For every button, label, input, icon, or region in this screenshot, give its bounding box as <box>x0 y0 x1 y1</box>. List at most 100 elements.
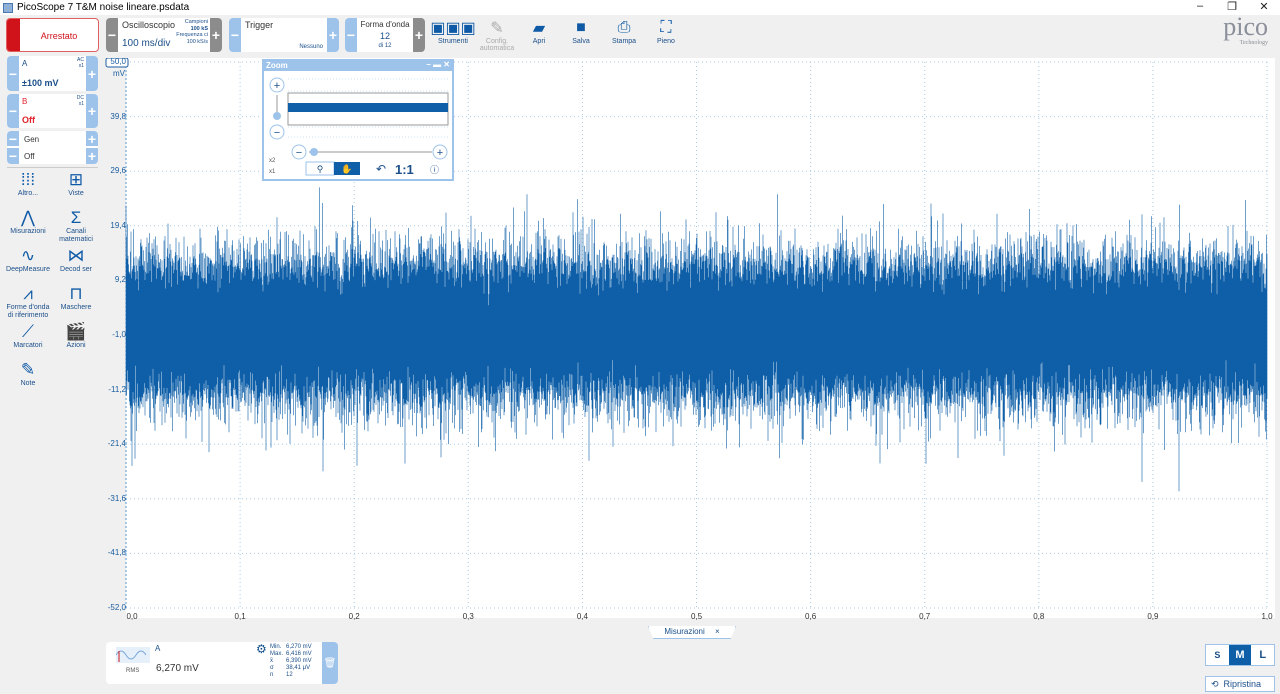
size-selector: S M L <box>1205 644 1275 666</box>
channel-a-probe[interactable]: x1 <box>77 63 84 69</box>
masks-icon: ⊓ <box>69 284 83 303</box>
stat-row: σ 38,41 μV <box>270 665 312 672</box>
save-button[interactable]: ■ Salva <box>559 18 603 45</box>
y-tick-label: -31,6 <box>107 493 126 503</box>
minimize-button[interactable]: – <box>1184 0 1216 13</box>
sidebar-actions-button[interactable]: 🎬 Azioni <box>52 322 100 350</box>
sidebar-math-channels-button[interactable]: Σ Canali matematici <box>52 208 100 244</box>
tool-label: Stampa <box>611 38 637 45</box>
fullscreen-button[interactable]: ⛶ Pieno <box>644 18 688 45</box>
waveform-previous[interactable]: − <box>345 18 357 52</box>
tool-label: Salva <box>572 38 590 45</box>
trigger-decrease[interactable]: − <box>229 18 241 52</box>
sidebar-more-button[interactable]: ⁞⁞⁞ Altro... <box>4 170 52 198</box>
sidebar-rulers-button[interactable]: ⟋ Marcatori <box>4 322 52 350</box>
more-icon: ⁞⁞⁞ <box>20 170 36 189</box>
svg-text:−: − <box>296 147 302 159</box>
generator-control: − − Gen Off + + <box>7 131 98 164</box>
tools-button[interactable]: ▣▣▣ Strumenti <box>430 18 476 45</box>
sidebar-label: Altro... <box>17 190 39 197</box>
waveform-next[interactable]: + <box>413 18 425 52</box>
stat-row: x̄ 6,390 mV <box>270 658 312 665</box>
title-bar: PicoScope 7 T&M noise lineare.psdata – ❐… <box>0 0 1280 15</box>
measurements-tab-close[interactable]: × <box>715 627 720 636</box>
svg-text:+: + <box>274 80 280 92</box>
waveform-current[interactable]: 12 <box>359 31 411 41</box>
sidebar-notes-button[interactable]: ✎ Note <box>4 360 52 388</box>
size-s-button[interactable]: S <box>1206 645 1229 665</box>
reference-waveforms-icon: ⩘ <box>23 284 33 303</box>
sidebar-reference-waveforms-button[interactable]: ⩘ Forme d'onda di riferimento <box>4 284 52 320</box>
channel-b-range[interactable]: Off <box>22 115 35 125</box>
y-tick-label: 9,2 <box>114 275 126 285</box>
channel-a-increase[interactable]: + <box>86 56 98 91</box>
tool-label: Pieno <box>657 38 675 45</box>
rate-label: Frequenza ci <box>176 32 208 38</box>
zoom-panel-controls[interactable]: – ▬ ✕ <box>426 60 450 69</box>
measurement-type: RMS <box>126 668 140 674</box>
print-icon: ⎙ <box>617 19 631 36</box>
auto-setup-button[interactable]: ✎ Config. automatica <box>475 18 519 52</box>
info-icon: ⓘ <box>430 165 439 175</box>
y-tick-label: -52,0 <box>107 603 126 612</box>
history-icon: ⟲ <box>1211 678 1219 689</box>
sidebar-masks-button[interactable]: ⊓ Maschere <box>52 284 100 312</box>
channel-b-increase[interactable]: + <box>86 94 98 128</box>
run-stop-button[interactable]: Arrestato <box>6 18 99 52</box>
stat-label: Max. <box>270 651 284 657</box>
channel-b-decrease[interactable]: − <box>7 94 19 128</box>
horizontal-zoom-slider[interactable] <box>310 148 318 156</box>
delete-measurement-button[interactable]: 🗑 <box>322 642 338 684</box>
measurement-channel: A <box>155 644 161 653</box>
sidebar-label: Azioni <box>66 342 86 349</box>
stat-row: Max. 6,416 mV <box>270 651 312 658</box>
print-button[interactable]: ⎙ Stampa <box>602 18 646 45</box>
timebase-decrease[interactable]: − <box>106 18 118 52</box>
trash-icon: 🗑 <box>323 657 337 669</box>
timebase-value[interactable]: 100 ms/div <box>122 38 170 49</box>
zoom-ratio-button[interactable]: 1:1 <box>395 162 414 177</box>
measurements-tab[interactable]: Misurazioni × <box>648 626 736 639</box>
trigger-increase[interactable]: + <box>327 18 339 52</box>
stat-label: σ <box>270 665 274 671</box>
gen-decrease[interactable]: − <box>7 131 19 147</box>
sidebar-deepmeasure-button[interactable]: ∿ DeepMeasure <box>4 246 52 274</box>
stat-value: 6,270 mV <box>286 644 312 650</box>
stat-label: x̄ <box>270 658 273 664</box>
channel-a-decrease[interactable]: − <box>7 56 19 91</box>
vertical-zoom-slider[interactable] <box>273 112 281 120</box>
channel-a-range[interactable]: ±100 mV <box>22 78 58 88</box>
size-l-button[interactable]: L <box>1251 645 1274 665</box>
auto-setup-icon: ✎ <box>490 20 504 37</box>
measurement-settings-gear-icon[interactable]: ⚙ <box>256 642 267 656</box>
instruments-icon: ▣▣▣ <box>430 20 476 37</box>
x-tick-label: 0,8 <box>1033 612 1045 621</box>
tool-label: Strumenti <box>438 38 468 45</box>
x-tick-label: 0,4 <box>576 612 588 621</box>
gen-state-decrease[interactable]: − <box>7 148 19 164</box>
x-tick-label: 0,6 <box>805 612 817 621</box>
stat-row: Min. 6,270 mV <box>270 644 312 651</box>
timebase-increase[interactable]: + <box>210 18 222 52</box>
hand-icon: ✋ <box>341 163 352 174</box>
trigger-mode[interactable]: Nessuno <box>299 44 323 50</box>
size-m-button[interactable]: M <box>1228 645 1252 665</box>
sidebar-label: DeepMeasure <box>6 266 50 273</box>
sidebar-serial-decode-button[interactable]: ⋈ Decod ser <box>52 246 100 274</box>
sidebar-measurements-button[interactable]: ⋀ Misurazioni <box>4 208 52 236</box>
undo-zoom-icon: ↶ <box>376 162 386 176</box>
gen-state-increase[interactable]: + <box>86 148 98 164</box>
open-button[interactable]: ▰ Apri <box>517 18 561 45</box>
measurement-card[interactable]: RMS A 6,270 mV ⚙ Min. 6,270 mV Max. 6,416 m… <box>106 642 338 684</box>
zoom-x2-label: x2 <box>269 158 276 164</box>
sidebar-views-button[interactable]: ⊞ Viste <box>52 170 100 198</box>
rulers-icon: ⟋ <box>22 322 34 341</box>
tool-label: Apri <box>532 38 546 45</box>
reset-button[interactable]: ⟲ Ripristina <box>1205 676 1275 692</box>
gen-state[interactable]: Off <box>24 152 35 161</box>
channel-b-probe[interactable]: x1 <box>77 101 84 107</box>
sidebar-label: Forme d'onda di riferimento <box>6 304 50 319</box>
channel-a-control: − A AC x1 ±100 mV + <box>7 56 98 91</box>
gen-increase[interactable]: + <box>86 131 98 147</box>
magnifier-icon: ⚲ <box>317 164 324 174</box>
